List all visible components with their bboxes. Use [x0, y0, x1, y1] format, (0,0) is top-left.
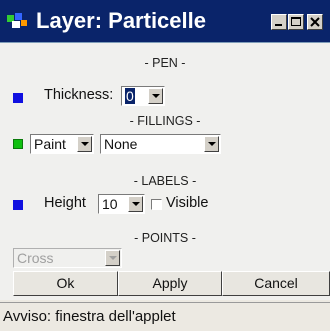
- applet-icon: [7, 13, 27, 28]
- maximize-button[interactable]: [288, 14, 304, 30]
- maximize-icon: [291, 17, 301, 26]
- chevron-down-icon[interactable]: [204, 136, 219, 152]
- ok-button[interactable]: Ok: [13, 271, 118, 296]
- fill-pattern-select[interactable]: None: [100, 134, 221, 154]
- pen-color-bullet: [13, 93, 23, 103]
- window-title: Layer: Particelle: [36, 8, 206, 33]
- height-select[interactable]: 10: [98, 194, 145, 214]
- cancel-button[interactable]: Cancel: [222, 271, 330, 296]
- fillings-color-bullet: [13, 139, 23, 149]
- fill-pattern-value: None: [104, 136, 138, 152]
- chevron-down-icon[interactable]: [128, 196, 143, 212]
- labels-section-label: - LABELS -: [133, 174, 197, 188]
- fillings-section-label: - FILLINGS -: [129, 114, 201, 128]
- thickness-select[interactable]: 0: [121, 86, 165, 106]
- height-label: Height: [44, 195, 86, 211]
- points-section-label: - POINTS -: [134, 231, 196, 245]
- applet-window: Layer: Particelle - PEN - Thickness: 0 -…: [0, 0, 330, 331]
- status-text: Avviso: finestra dell'applet: [3, 308, 176, 325]
- point-shape-select: Cross: [13, 248, 122, 268]
- close-button[interactable]: [307, 14, 323, 30]
- visible-label: Visible: [166, 195, 209, 211]
- chevron-down-icon[interactable]: [148, 88, 163, 104]
- apply-button[interactable]: Apply: [118, 271, 222, 296]
- thickness-label: Thickness:: [44, 87, 114, 103]
- close-icon: [310, 17, 320, 27]
- dialog-content: - PEN - Thickness: 0 - FILLINGS - Paint …: [0, 43, 330, 300]
- visible-checkbox[interactable]: [151, 199, 162, 210]
- chevron-down-icon[interactable]: [77, 136, 92, 152]
- thickness-value: 0: [125, 88, 135, 104]
- fill-mode-value: Paint: [34, 136, 66, 152]
- chevron-down-icon: [105, 250, 120, 266]
- point-shape-value: Cross: [17, 250, 54, 266]
- title-bar[interactable]: Layer: Particelle: [0, 0, 330, 43]
- labels-color-bullet: [13, 200, 23, 210]
- fill-mode-select[interactable]: Paint: [30, 134, 94, 154]
- minimize-icon: [275, 24, 282, 26]
- status-bar: Avviso: finestra dell'applet: [0, 302, 330, 331]
- height-value: 10: [102, 196, 118, 212]
- minimize-button[interactable]: [271, 14, 287, 30]
- pen-section-label: - PEN -: [144, 56, 186, 70]
